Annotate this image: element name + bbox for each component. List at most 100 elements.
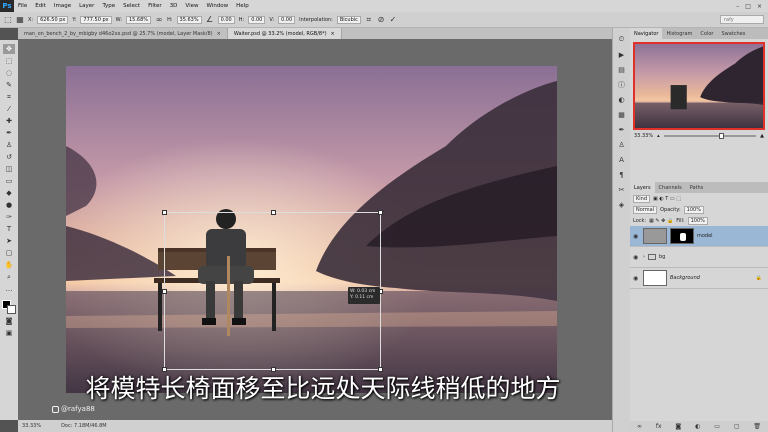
hand-tool-icon[interactable]: ✋ <box>3 260 15 270</box>
kind-filter[interactable]: Kind <box>633 194 651 203</box>
transform-handle[interactable] <box>378 210 383 215</box>
document-canvas[interactable]: W: 0.03 cm Y: 0.11 cm <box>66 66 557 393</box>
clone-source-icon[interactable]: ♙ <box>616 139 627 150</box>
zoom-tool-icon[interactable]: ⌕ <box>3 272 15 282</box>
nav-zoom-value[interactable]: 33.33% <box>634 133 653 139</box>
interpolation-select[interactable]: Bicubic <box>336 15 361 24</box>
link-layers-icon[interactable]: ∞ <box>637 423 642 430</box>
menu-filter[interactable]: Filter <box>144 3 166 9</box>
tab-man-on-bench[interactable]: man_on_bench_2_by_mbigby d46o2xx.psd @ 2… <box>18 28 228 39</box>
navigator-viewport[interactable] <box>633 42 765 130</box>
tab-swatches[interactable]: Swatches <box>717 28 749 39</box>
new-group-icon[interactable]: ▭ <box>714 423 720 430</box>
dodge-icon[interactable]: ● <box>3 200 15 210</box>
lasso-tool-icon[interactable]: ◌ <box>3 68 15 78</box>
actions-icon[interactable]: ▶ <box>616 49 627 60</box>
adjustment-layer-icon[interactable]: ◐ <box>695 423 700 430</box>
eyedropper-icon[interactable]: ⁄ <box>3 104 15 114</box>
path-select-icon[interactable]: ➤ <box>3 236 15 246</box>
type-tool-icon[interactable]: T <box>3 224 15 234</box>
quick-mask-icon[interactable]: ◙ <box>3 316 15 326</box>
menu-image[interactable]: Image <box>50 3 75 9</box>
tab-layers[interactable]: Layers <box>630 182 655 193</box>
visibility-eye-icon[interactable]: ◉ <box>633 233 640 240</box>
search-input[interactable]: rafy <box>720 15 764 24</box>
fill-field[interactable]: 100% <box>687 216 708 225</box>
more-tools-icon[interactable]: … <box>3 284 15 294</box>
transform-tool-icon[interactable]: ⬚ <box>4 15 12 24</box>
angle-field[interactable]: 0.00 <box>217 15 235 24</box>
marquee-tool-icon[interactable]: ⬚ <box>3 56 15 66</box>
crop-tool-icon[interactable]: ⌗ <box>3 92 15 102</box>
tab-paths[interactable]: Paths <box>686 182 708 193</box>
commit-transform-icon[interactable]: ✓ <box>389 15 397 24</box>
tab-histogram[interactable]: Histogram <box>662 28 696 39</box>
clone-stamp-icon[interactable]: ♙ <box>3 140 15 150</box>
screen-mode-icon[interactable]: ▣ <box>3 328 15 338</box>
menu-edit[interactable]: Edit <box>31 3 50 9</box>
info-icon[interactable]: ⓘ <box>616 79 627 90</box>
zoom-in-icon[interactable]: ▲ <box>760 133 764 139</box>
w-field[interactable]: 15.68% <box>125 15 152 24</box>
history-icon[interactable]: ⏲ <box>616 34 627 45</box>
menu-layer[interactable]: Layer <box>75 3 98 9</box>
layer-name[interactable]: model <box>697 233 713 239</box>
color-swatches[interactable] <box>2 300 16 314</box>
cancel-transform-icon[interactable]: ⊘ <box>377 15 385 24</box>
menu-view[interactable]: View <box>181 3 202 9</box>
tab-navigator[interactable]: Navigator <box>630 28 663 39</box>
layer-group-bg[interactable]: ◉ › bg <box>630 247 768 268</box>
menu-select[interactable]: Select <box>119 3 144 9</box>
menu-window[interactable]: Window <box>202 3 232 9</box>
brush-tool-icon[interactable]: ✒ <box>3 128 15 138</box>
transform-handle[interactable] <box>162 210 167 215</box>
visibility-eye-icon[interactable]: ◉ <box>633 275 640 282</box>
adjustments-icon[interactable]: ◐ <box>616 94 627 105</box>
history-brush-icon[interactable]: ↺ <box>3 152 15 162</box>
hskew-field[interactable]: 0.00 <box>248 15 266 24</box>
blur-icon[interactable]: ◆ <box>3 188 15 198</box>
styles-icon[interactable]: ▦ <box>616 109 627 120</box>
lock-icons[interactable]: ▦ ✎ ✥ 🔒 <box>649 218 673 224</box>
layer-name[interactable]: Background <box>670 275 700 281</box>
3d-icon[interactable]: ◈ <box>616 199 627 210</box>
link-icon[interactable]: ∞ <box>155 15 163 24</box>
navigator-preview[interactable] <box>633 42 765 130</box>
layer-name[interactable]: bg <box>659 254 665 260</box>
minimize-icon[interactable]: – <box>736 3 739 10</box>
transform-handle[interactable] <box>162 289 167 294</box>
zoom-slider-knob[interactable] <box>719 133 725 139</box>
zoom-level[interactable]: 33.33% <box>22 423 41 429</box>
background-color[interactable] <box>7 305 16 314</box>
h-field[interactable]: 35.63% <box>176 15 202 24</box>
close-icon[interactable]: × <box>757 3 762 10</box>
tab-color[interactable]: Color <box>696 28 717 39</box>
layer-mask-thumbnail[interactable] <box>670 228 694 244</box>
menu-3d[interactable]: 3D <box>166 3 182 9</box>
close-tab-icon[interactable]: × <box>217 31 221 37</box>
properties-icon[interactable]: ▤ <box>616 64 627 75</box>
healing-brush-icon[interactable]: ✚ <box>3 116 15 126</box>
quick-select-icon[interactable]: ✎ <box>3 80 15 90</box>
tool-presets-icon[interactable]: ✂ <box>616 184 627 195</box>
menu-file[interactable]: File <box>14 3 31 9</box>
zoom-slider[interactable] <box>663 133 757 139</box>
add-mask-icon[interactable]: ◙ <box>675 423 681 430</box>
shape-tool-icon[interactable]: ▢ <box>3 248 15 258</box>
visibility-eye-icon[interactable]: ◉ <box>633 254 640 261</box>
tab-channels[interactable]: Channels <box>655 182 686 193</box>
brush-presets-icon[interactable]: ✒ <box>616 124 627 135</box>
expand-arrow-icon[interactable]: › <box>643 254 645 260</box>
reference-point-icon[interactable]: ▦ <box>16 15 24 24</box>
menu-help[interactable]: Help <box>232 3 253 9</box>
x-field[interactable]: 626.50 px <box>37 15 69 24</box>
filter-icons[interactable]: ▣ ◐ T ▭ ⬚ <box>653 196 681 202</box>
menu-type[interactable]: Type <box>98 3 119 9</box>
warp-icon[interactable]: ⌗ <box>365 15 373 24</box>
layer-background[interactable]: ◉ Background 🔒 <box>630 268 768 289</box>
delete-layer-icon[interactable]: 🗑 <box>753 423 761 430</box>
character-icon[interactable]: A <box>616 154 627 165</box>
eraser-icon[interactable]: ◫ <box>3 164 15 174</box>
layer-model[interactable]: ◉ model <box>630 226 768 247</box>
pen-tool-icon[interactable]: ✑ <box>3 212 15 222</box>
